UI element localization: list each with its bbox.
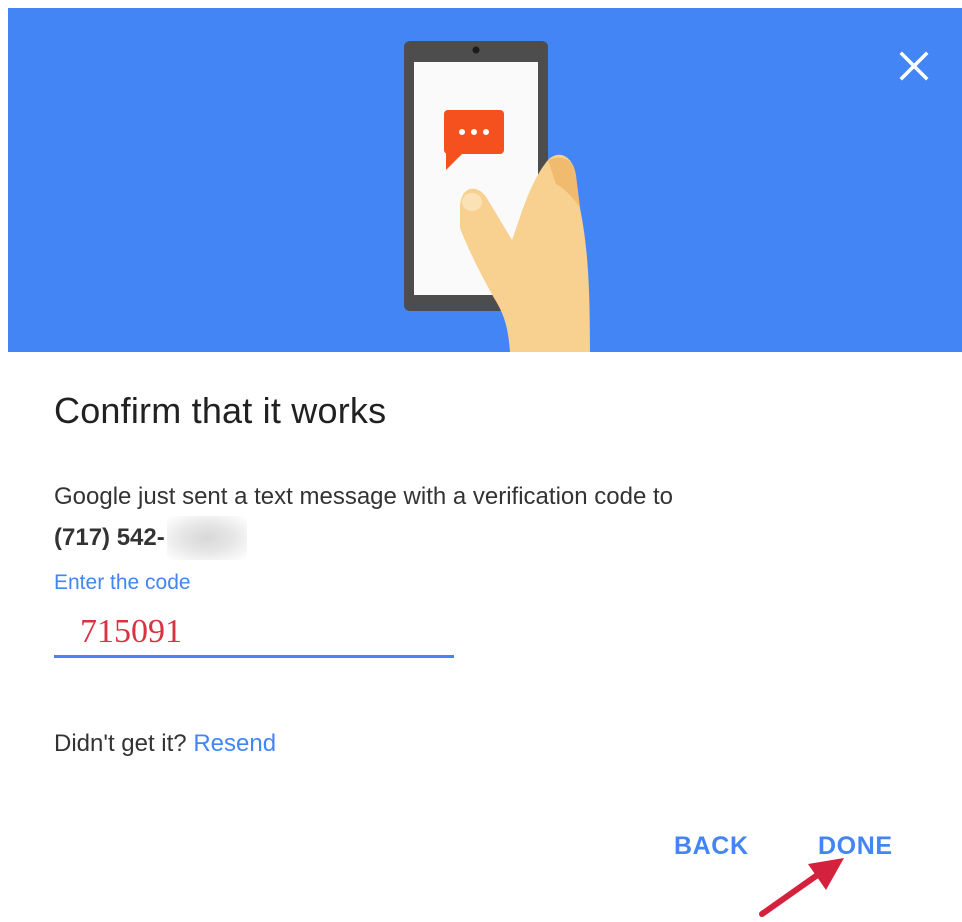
verification-code-input[interactable] <box>54 608 454 658</box>
resend-prompt: Didn't get it? <box>54 730 194 757</box>
resend-row: Didn't get it? Resend <box>54 730 276 758</box>
phone-number: (717) 542- <box>54 524 165 551</box>
phone-sms-illustration <box>404 41 590 352</box>
red-arrow-icon <box>759 858 844 917</box>
back-button[interactable]: BACK <box>674 832 749 861</box>
close-icon[interactable] <box>892 44 936 88</box>
verification-message: Google just sent a text message with a v… <box>54 478 874 560</box>
dialog-title: Confirm that it works <box>54 390 387 431</box>
resend-link[interactable]: Resend <box>193 730 276 757</box>
phone-line: (717) 542- <box>54 516 874 560</box>
hero-banner <box>8 8 962 352</box>
code-field-label: Enter the code <box>54 571 191 594</box>
message-text: Google just sent a text message with a v… <box>54 483 673 510</box>
verification-dialog: Confirm that it works Google just sent a… <box>0 0 962 922</box>
redacted-phone-digits <box>166 516 247 560</box>
